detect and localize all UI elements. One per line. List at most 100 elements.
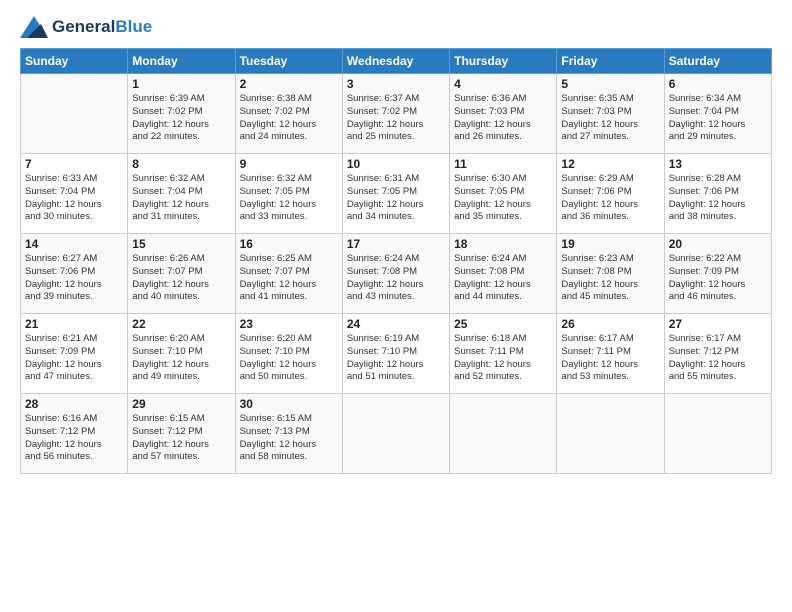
- cell-date: 9: [240, 157, 338, 171]
- cell-info: Sunrise: 6:17 AM Sunset: 7:11 PM Dayligh…: [561, 333, 659, 384]
- calendar-header: SundayMondayTuesdayWednesdayThursdayFrid…: [21, 49, 772, 74]
- cell-info: Sunrise: 6:34 AM Sunset: 7:04 PM Dayligh…: [669, 93, 767, 144]
- cell-info: Sunrise: 6:24 AM Sunset: 7:08 PM Dayligh…: [347, 253, 445, 304]
- calendar-cell: [21, 74, 128, 154]
- calendar-cell: 21 Sunrise: 6:21 AM Sunset: 7:09 PM Dayli…: [21, 314, 128, 394]
- col-header-tuesday: Tuesday: [235, 49, 342, 74]
- calendar-cell: 6Sunrise: 6:34 AM Sunset: 7:04 PM Daylig…: [664, 74, 771, 154]
- calendar-cell: 26 Sunrise: 6:17 AM Sunset: 7:11 PM Dayli…: [557, 314, 664, 394]
- cell-info: Sunrise: 6:31 AM Sunset: 7:05 PM Dayligh…: [347, 173, 445, 224]
- calendar-cell: 8 Sunrise: 6:32 AM Sunset: 7:04 PM Daylig…: [128, 154, 235, 234]
- cell-info: Sunrise: 6:33 AM Sunset: 7:04 PM Dayligh…: [25, 173, 123, 224]
- cell-date: 1: [132, 77, 230, 91]
- cell-info: Sunrise: 6:28 AM Sunset: 7:06 PM Dayligh…: [669, 173, 767, 224]
- calendar-cell: [450, 394, 557, 474]
- calendar-cell: 7 Sunrise: 6:33 AM Sunset: 7:04 PM Daylig…: [21, 154, 128, 234]
- cell-date: 24: [347, 317, 445, 331]
- cell-info: Sunrise: 6:22 AM Sunset: 7:09 PM Dayligh…: [669, 253, 767, 304]
- calendar-cell: 2Sunrise: 6:38 AM Sunset: 7:02 PM Daylig…: [235, 74, 342, 154]
- cell-date: 22: [132, 317, 230, 331]
- cell-date: 23: [240, 317, 338, 331]
- calendar-cell: 16Sunrise: 6:25 AM Sunset: 7:07 PM Dayli…: [235, 234, 342, 314]
- cell-date: 14: [25, 237, 123, 251]
- cell-date: 19: [561, 237, 659, 251]
- cell-date: 7: [25, 157, 123, 171]
- page-container: GeneralBlue SundayMondayTuesdayWednesday…: [0, 0, 792, 484]
- cell-date: 8: [132, 157, 230, 171]
- week-row-2: 7 Sunrise: 6:33 AM Sunset: 7:04 PM Daylig…: [21, 154, 772, 234]
- cell-info: Sunrise: 6:19 AM Sunset: 7:10 PM Dayligh…: [347, 333, 445, 384]
- col-header-thursday: Thursday: [450, 49, 557, 74]
- calendar-cell: 15Sunrise: 6:26 AM Sunset: 7:07 PM Dayli…: [128, 234, 235, 314]
- cell-date: 3: [347, 77, 445, 91]
- cell-info: Sunrise: 6:37 AM Sunset: 7:02 PM Dayligh…: [347, 93, 445, 144]
- calendar-table: SundayMondayTuesdayWednesdayThursdayFrid…: [20, 48, 772, 474]
- cell-info: Sunrise: 6:32 AM Sunset: 7:04 PM Dayligh…: [132, 173, 230, 224]
- cell-info: Sunrise: 6:27 AM Sunset: 7:06 PM Dayligh…: [25, 253, 123, 304]
- cell-info: Sunrise: 6:21 AM Sunset: 7:09 PM Dayligh…: [25, 333, 123, 384]
- calendar-cell: 1 Sunrise: 6:39 AM Sunset: 7:02 PM Daylig…: [128, 74, 235, 154]
- calendar-cell: [342, 394, 449, 474]
- cell-date: 27: [669, 317, 767, 331]
- cell-info: Sunrise: 6:17 AM Sunset: 7:12 PM Dayligh…: [669, 333, 767, 384]
- calendar-cell: 14 Sunrise: 6:27 AM Sunset: 7:06 PM Dayli…: [21, 234, 128, 314]
- cell-info: Sunrise: 6:32 AM Sunset: 7:05 PM Dayligh…: [240, 173, 338, 224]
- cell-info: Sunrise: 6:36 AM Sunset: 7:03 PM Dayligh…: [454, 93, 552, 144]
- calendar-cell: 4 Sunrise: 6:36 AM Sunset: 7:03 PM Daylig…: [450, 74, 557, 154]
- col-header-monday: Monday: [128, 49, 235, 74]
- cell-date: 13: [669, 157, 767, 171]
- header: GeneralBlue: [20, 16, 772, 38]
- calendar-cell: [664, 394, 771, 474]
- calendar-cell: 25 Sunrise: 6:18 AM Sunset: 7:11 PM Dayli…: [450, 314, 557, 394]
- cell-info: Sunrise: 6:30 AM Sunset: 7:05 PM Dayligh…: [454, 173, 552, 224]
- calendar-cell: 28 Sunrise: 6:16 AM Sunset: 7:12 PM Dayli…: [21, 394, 128, 474]
- calendar-cell: 24 Sunrise: 6:19 AM Sunset: 7:10 PM Dayli…: [342, 314, 449, 394]
- cell-date: 10: [347, 157, 445, 171]
- calendar-cell: 23Sunrise: 6:20 AM Sunset: 7:10 PM Dayli…: [235, 314, 342, 394]
- cell-date: 15: [132, 237, 230, 251]
- cell-date: 18: [454, 237, 552, 251]
- col-header-saturday: Saturday: [664, 49, 771, 74]
- logo: GeneralBlue: [20, 16, 152, 38]
- week-row-4: 21 Sunrise: 6:21 AM Sunset: 7:09 PM Dayli…: [21, 314, 772, 394]
- calendar-cell: 22 Sunrise: 6:20 AM Sunset: 7:10 PM Dayli…: [128, 314, 235, 394]
- calendar-cell: 17 Sunrise: 6:24 AM Sunset: 7:08 PM Dayli…: [342, 234, 449, 314]
- calendar-body: 1 Sunrise: 6:39 AM Sunset: 7:02 PM Daylig…: [21, 74, 772, 474]
- cell-info: Sunrise: 6:15 AM Sunset: 7:12 PM Dayligh…: [132, 413, 230, 464]
- cell-date: 20: [669, 237, 767, 251]
- cell-info: Sunrise: 6:18 AM Sunset: 7:11 PM Dayligh…: [454, 333, 552, 384]
- cell-date: 4: [454, 77, 552, 91]
- cell-date: 12: [561, 157, 659, 171]
- cell-info: Sunrise: 6:15 AM Sunset: 7:13 PM Dayligh…: [240, 413, 338, 464]
- logo-icon: [20, 16, 48, 38]
- week-row-3: 14 Sunrise: 6:27 AM Sunset: 7:06 PM Dayli…: [21, 234, 772, 314]
- cell-date: 25: [454, 317, 552, 331]
- cell-date: 11: [454, 157, 552, 171]
- calendar-cell: 29Sunrise: 6:15 AM Sunset: 7:12 PM Dayli…: [128, 394, 235, 474]
- week-row-5: 28 Sunrise: 6:16 AM Sunset: 7:12 PM Dayli…: [21, 394, 772, 474]
- calendar-cell: 9 Sunrise: 6:32 AM Sunset: 7:05 PM Daylig…: [235, 154, 342, 234]
- calendar-cell: 10 Sunrise: 6:31 AM Sunset: 7:05 PM Dayli…: [342, 154, 449, 234]
- calendar-cell: 12Sunrise: 6:29 AM Sunset: 7:06 PM Dayli…: [557, 154, 664, 234]
- cell-date: 26: [561, 317, 659, 331]
- cell-date: 28: [25, 397, 123, 411]
- cell-info: Sunrise: 6:24 AM Sunset: 7:08 PM Dayligh…: [454, 253, 552, 304]
- cell-date: 17: [347, 237, 445, 251]
- calendar-cell: 27 Sunrise: 6:17 AM Sunset: 7:12 PM Dayli…: [664, 314, 771, 394]
- cell-info: Sunrise: 6:16 AM Sunset: 7:12 PM Dayligh…: [25, 413, 123, 464]
- header-row: SundayMondayTuesdayWednesdayThursdayFrid…: [21, 49, 772, 74]
- cell-date: 5: [561, 77, 659, 91]
- calendar-cell: [557, 394, 664, 474]
- calendar-cell: 5Sunrise: 6:35 AM Sunset: 7:03 PM Daylig…: [557, 74, 664, 154]
- col-header-wednesday: Wednesday: [342, 49, 449, 74]
- calendar-cell: 13 Sunrise: 6:28 AM Sunset: 7:06 PM Dayli…: [664, 154, 771, 234]
- cell-date: 21: [25, 317, 123, 331]
- cell-info: Sunrise: 6:23 AM Sunset: 7:08 PM Dayligh…: [561, 253, 659, 304]
- calendar-cell: 19 Sunrise: 6:23 AM Sunset: 7:08 PM Dayli…: [557, 234, 664, 314]
- cell-info: Sunrise: 6:20 AM Sunset: 7:10 PM Dayligh…: [132, 333, 230, 384]
- calendar-cell: 3 Sunrise: 6:37 AM Sunset: 7:02 PM Daylig…: [342, 74, 449, 154]
- cell-info: Sunrise: 6:25 AM Sunset: 7:07 PM Dayligh…: [240, 253, 338, 304]
- col-header-friday: Friday: [557, 49, 664, 74]
- logo-text: GeneralBlue: [52, 18, 152, 37]
- cell-info: Sunrise: 6:39 AM Sunset: 7:02 PM Dayligh…: [132, 93, 230, 144]
